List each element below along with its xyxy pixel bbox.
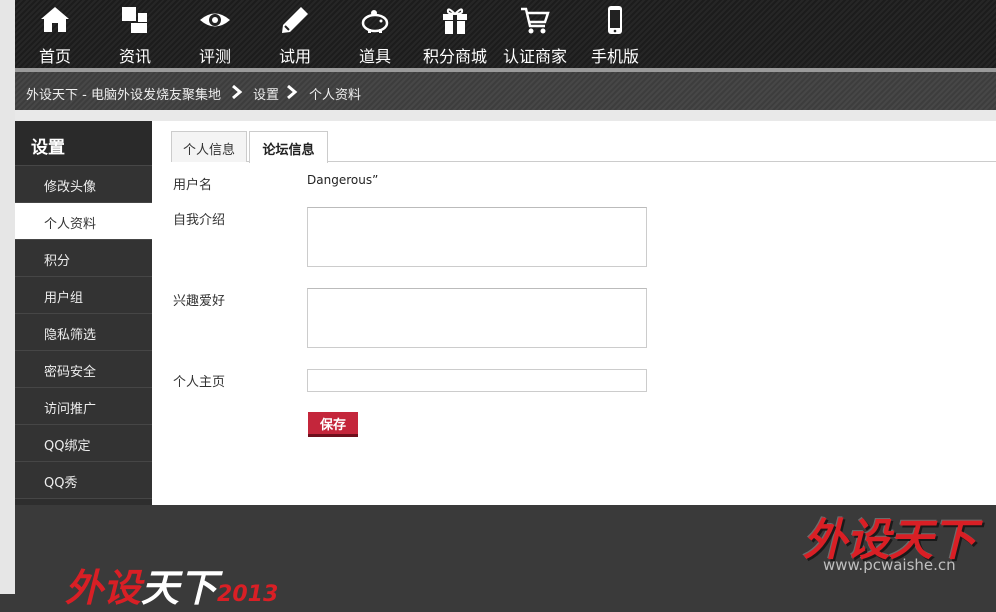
nav-item-certified-merchants[interactable]: 认证商家	[495, 0, 575, 68]
sidebar-item-label: 用户组	[44, 291, 84, 306]
sidebar-item-promotion[interactable]: 访问推广	[15, 388, 152, 425]
nav-label: 资讯	[118, 47, 151, 66]
footer-logo-year: 2013	[217, 582, 279, 607]
nav-item-trial[interactable]: 试用	[255, 0, 335, 68]
footer-logo-white: 天下	[141, 566, 218, 610]
sidebar-item-points[interactable]: 积分	[15, 240, 152, 277]
news-icon	[122, 7, 147, 33]
footer-logo: 外设天下2013	[65, 557, 278, 612]
nav-label: 认证商家	[502, 47, 567, 66]
nav-item-home[interactable]: 首页	[15, 0, 95, 68]
username-label: 用户名	[173, 178, 213, 193]
sidebar-item-profile[interactable]: 个人资料	[15, 203, 152, 240]
sidebar-item-label: 隐私筛选	[44, 328, 97, 343]
nav-label: 首页	[38, 47, 71, 66]
cart-icon	[521, 7, 550, 34]
homepage-input[interactable]	[307, 369, 647, 392]
sidebar-title: 设置	[15, 121, 152, 166]
footer-logo-red: 外设	[65, 566, 142, 610]
save-button[interactable]: 保存	[308, 412, 358, 437]
bio-textarea[interactable]	[307, 207, 647, 267]
watermark-url: www.pcwaishe.cn	[823, 556, 956, 574]
sidebar-title-text: 设置	[31, 138, 65, 158]
username-value: Dangerous”	[307, 173, 379, 187]
home-icon	[41, 7, 69, 32]
nav-item-review[interactable]: 评测	[175, 0, 255, 68]
nav-label: 试用	[278, 47, 311, 66]
piggy-bank-icon	[361, 10, 389, 33]
mobile-icon	[608, 6, 622, 34]
tab-label: 个人信息	[182, 143, 235, 158]
sidebar-item-label: 访问推广	[44, 402, 97, 417]
tab-label: 论坛信息	[262, 143, 315, 158]
gift-icon	[443, 8, 467, 34]
nav-label: 积分商城	[422, 47, 487, 66]
bio-label: 自我介绍	[173, 213, 226, 228]
eye-icon	[200, 13, 230, 27]
breadcrumb: 外设天下 - 电脑外设发烧友聚集地 设置 个人资料	[15, 72, 996, 110]
nav-label: 道具	[358, 47, 391, 66]
sidebar-item-label: 积分	[44, 254, 71, 269]
tab-forum-info[interactable]: 论坛信息	[249, 131, 328, 163]
top-navigation: 首页 资讯 评测 试用 道具 积分商城 认证商家 手机版	[15, 0, 996, 68]
homepage-label: 个人主页	[173, 375, 226, 390]
sidebar-item-avatar[interactable]: 修改头像	[15, 166, 152, 203]
sidebar-item-label: 修改头像	[44, 180, 97, 195]
sidebar-item-qq-bind[interactable]: QQ绑定	[15, 425, 152, 462]
nav-label: 评测	[198, 47, 231, 66]
chevron-right-icon	[287, 84, 298, 100]
nav-item-props[interactable]: 道具	[335, 0, 415, 68]
hobbies-label: 兴趣爱好	[173, 294, 226, 309]
sidebar-item-usergroup[interactable]: 用户组	[15, 277, 152, 314]
breadcrumb-settings[interactable]: 设置	[253, 84, 279, 103]
sidebar-item-label: 密码安全	[44, 365, 97, 380]
pencil-icon	[282, 7, 308, 33]
nav-item-mobile[interactable]: 手机版	[575, 0, 655, 68]
chevron-right-icon	[232, 84, 243, 100]
left-gutter	[0, 0, 15, 594]
breadcrumb-profile: 个人资料	[309, 88, 362, 103]
hobbies-textarea[interactable]	[307, 288, 647, 348]
sidebar-item-label: QQ绑定	[44, 439, 91, 454]
tab-personal-info[interactable]: 个人信息	[171, 131, 247, 162]
sidebar-item-label: QQ秀	[44, 476, 78, 491]
nav-item-points-mall[interactable]: 积分商城	[415, 0, 495, 68]
nav-label: 手机版	[590, 47, 639, 66]
breadcrumb-site[interactable]: 外设天下 - 电脑外设发烧友聚集地	[26, 84, 221, 103]
sidebar-item-label: 个人资料	[44, 217, 97, 232]
sidebar-item-password[interactable]: 密码安全	[15, 351, 152, 388]
sidebar-item-qq-show[interactable]: QQ秀	[15, 462, 152, 499]
nav-item-news[interactable]: 资讯	[95, 0, 175, 68]
sidebar-item-privacy[interactable]: 隐私筛选	[15, 314, 152, 351]
